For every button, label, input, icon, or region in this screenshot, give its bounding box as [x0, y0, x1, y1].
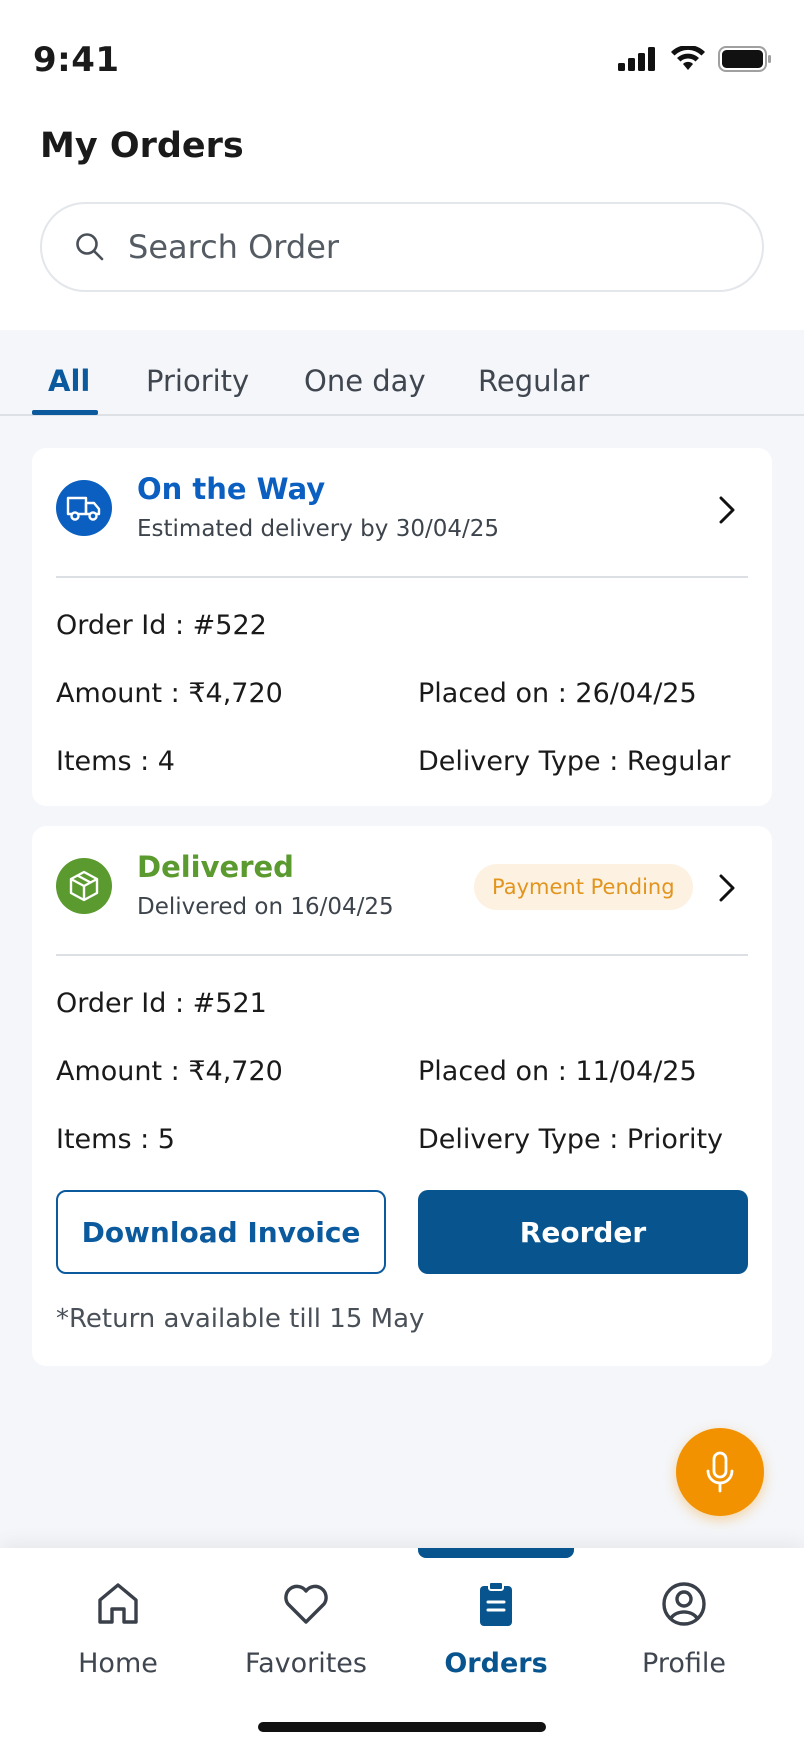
order-amount: Amount : ₹4,720 [56, 678, 283, 709]
header-area: 9:41 My Orders Search Order [0, 0, 804, 330]
chevron-right-icon[interactable] [712, 870, 740, 906]
voice-search-button[interactable] [676, 1428, 764, 1516]
bottom-nav: Home Favorites Orders Profile [0, 1548, 804, 1748]
package-icon [56, 858, 112, 914]
status-icons [618, 46, 772, 72]
status-time: 9:41 [33, 40, 120, 80]
divider [56, 576, 748, 578]
nav-favorites[interactable]: Favorites [226, 1578, 386, 1698]
order-status: Delivered [137, 850, 294, 884]
order-filter-tabs: All Priority One day Regular [0, 330, 804, 416]
order-id: Order Id : #522 [56, 610, 267, 641]
divider [56, 954, 748, 956]
user-circle-icon [662, 1582, 706, 1626]
reorder-button[interactable]: Reorder [418, 1190, 748, 1274]
nav-profile[interactable]: Profile [604, 1578, 764, 1698]
download-invoice-button[interactable]: Download Invoice [56, 1190, 386, 1274]
search-input[interactable]: Search Order [40, 202, 764, 292]
nav-home[interactable]: Home [38, 1578, 198, 1698]
clipboard-icon [480, 1581, 512, 1626]
signal-icon [618, 47, 655, 71]
active-tab-indicator [32, 410, 98, 415]
tab-all[interactable]: All [48, 364, 90, 398]
tab-one-day[interactable]: One day [304, 364, 426, 398]
battery-icon [718, 46, 771, 72]
order-card-header[interactable]: Delivered Delivered on 16/04/25 Payment … [32, 826, 772, 954]
order-id: Order Id : #521 [56, 988, 267, 1019]
order-items: Items : 5 [56, 1124, 175, 1155]
chevron-right-icon[interactable] [712, 492, 740, 528]
order-delivery-type: Delivery Type : Regular [418, 746, 731, 777]
search-placeholder: Search Order [128, 228, 340, 266]
heart-icon [284, 1584, 328, 1624]
nav-profile-label: Profile [642, 1648, 726, 1679]
microphone-icon [706, 1451, 734, 1493]
nav-orders-label: Orders [444, 1648, 548, 1679]
nav-home-label: Home [78, 1648, 158, 1679]
order-card-header[interactable]: On the Way Estimated delivery by 30/04/2… [32, 448, 772, 576]
order-placed-on: Placed on : 26/04/25 [418, 678, 697, 709]
order-status-subtitle: Estimated delivery by 30/04/25 [137, 516, 499, 542]
order-amount: Amount : ₹4,720 [56, 1056, 283, 1087]
order-items: Items : 4 [56, 746, 175, 777]
return-note: *Return available till 15 May [56, 1304, 425, 1334]
order-status: On the Way [137, 472, 326, 506]
payment-pending-badge: Payment Pending [474, 864, 693, 910]
nav-orders[interactable]: Orders [416, 1578, 576, 1698]
wifi-icon [671, 46, 705, 70]
status-bar: 9:41 [0, 0, 804, 110]
tab-regular[interactable]: Regular [478, 364, 589, 398]
active-nav-indicator [418, 1548, 574, 1558]
order-card[interactable]: Delivered Delivered on 16/04/25 Payment … [32, 826, 772, 1366]
page-title: My Orders [40, 126, 244, 166]
order-delivery-type: Delivery Type : Priority [418, 1124, 724, 1155]
tab-priority[interactable]: Priority [146, 364, 249, 398]
order-card[interactable]: On the Way Estimated delivery by 30/04/2… [32, 448, 772, 806]
home-indicator [258, 1722, 546, 1732]
order-status-subtitle: Delivered on 16/04/25 [137, 894, 394, 920]
search-icon [74, 230, 108, 264]
order-placed-on: Placed on : 11/04/25 [418, 1056, 697, 1087]
truck-icon [56, 480, 112, 536]
nav-favorites-label: Favorites [245, 1648, 367, 1679]
home-icon [98, 1583, 138, 1624]
